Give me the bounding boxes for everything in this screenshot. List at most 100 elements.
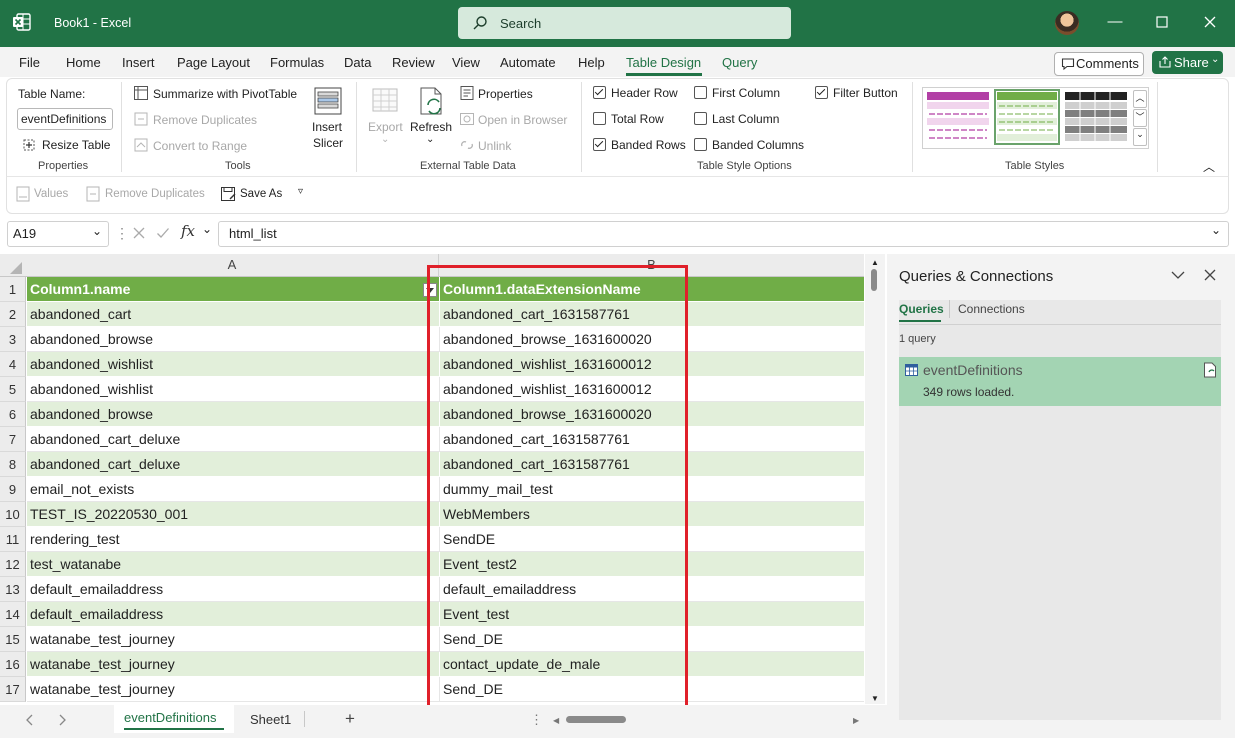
add-sheet-icon[interactable]: + xyxy=(345,709,355,729)
tab-automate[interactable]: Automate xyxy=(500,55,556,70)
row-header[interactable]: 5 xyxy=(0,377,26,402)
scrollbar-thumb[interactable] xyxy=(871,269,877,291)
row-header[interactable]: 8 xyxy=(0,452,26,477)
name-box[interactable]: A19 ⌄ xyxy=(7,221,109,247)
row-header[interactable]: 3 xyxy=(0,327,26,352)
cell-column-a[interactable]: TEST_IS_20220530_001 xyxy=(27,502,439,527)
scroll-right-icon[interactable]: ▶ xyxy=(853,716,859,725)
cell-column-a[interactable]: abandoned_cart xyxy=(27,302,439,327)
comment-icon xyxy=(1061,58,1075,71)
row-header[interactable]: 2 xyxy=(0,302,26,327)
horizontal-scrollbar-thumb[interactable] xyxy=(566,716,626,723)
previous-sheet-icon[interactable] xyxy=(26,714,34,726)
row-header[interactable]: 14 xyxy=(0,602,26,627)
scroll-left-icon[interactable]: ◀ xyxy=(553,716,559,725)
cell-column-a[interactable]: abandoned_browse xyxy=(27,402,439,427)
tab-query[interactable]: Query xyxy=(722,55,757,70)
comments-button[interactable]: Comments xyxy=(1054,52,1144,76)
formula-input[interactable]: html_list ⌄ xyxy=(218,221,1229,247)
cell-column-a[interactable]: email_not_exists xyxy=(27,477,439,502)
select-all-triangle-icon xyxy=(10,262,22,274)
tab-splitter-icon[interactable]: ⋮ xyxy=(530,712,543,728)
tab-insert[interactable]: Insert xyxy=(122,55,155,70)
close-pane-icon[interactable] xyxy=(1204,269,1216,281)
cancel-icon[interactable] xyxy=(132,226,146,240)
table-name-input[interactable]: eventDefinitions xyxy=(17,108,113,130)
tab-connections[interactable]: Connections xyxy=(958,302,1025,316)
tab-table-design[interactable]: Table Design xyxy=(626,55,701,70)
scroll-up-icon[interactable]: ▲ xyxy=(871,258,879,267)
table-style-purple[interactable] xyxy=(927,92,989,142)
gallery-scroll-down-icon[interactable]: ﹀ xyxy=(1133,109,1147,127)
tab-review[interactable]: Review xyxy=(392,55,435,70)
sheet-tab[interactable]: Sheet1 xyxy=(238,705,302,733)
select-all-corner[interactable] xyxy=(0,254,27,277)
row-header[interactable]: 4 xyxy=(0,352,26,377)
cell-column-a[interactable]: watanabe_test_journey xyxy=(27,627,439,652)
search-box[interactable]: Search xyxy=(458,7,791,39)
tab-formulas[interactable]: Formulas xyxy=(270,55,324,70)
table-style-black[interactable] xyxy=(1065,92,1127,142)
tab-file[interactable]: File xyxy=(19,55,40,70)
next-sheet-icon[interactable] xyxy=(58,714,66,726)
gallery-more-icon[interactable]: ⌄ xyxy=(1133,128,1147,146)
minimize-icon[interactable]: — xyxy=(1104,11,1126,33)
chevron-down-icon[interactable]: ⌄ xyxy=(202,222,212,236)
tab-view[interactable]: View xyxy=(452,55,480,70)
row-header[interactable]: 16 xyxy=(0,652,26,677)
maximize-icon[interactable] xyxy=(1151,11,1173,33)
row-header[interactable]: 15 xyxy=(0,627,26,652)
sheet-tab-active[interactable]: eventDefinitions xyxy=(114,705,234,733)
refresh-button[interactable]: Refresh ⌄ xyxy=(410,84,452,148)
collapse-ribbon-icon[interactable]: ︿ xyxy=(1203,158,1215,175)
browser-icon xyxy=(460,113,474,125)
row-header[interactable]: 7 xyxy=(0,427,26,452)
row-header[interactable]: 1 xyxy=(0,277,26,302)
tab-help[interactable]: Help xyxy=(578,55,605,70)
cell-column-a[interactable]: default_emailaddress xyxy=(27,577,439,602)
tab-data[interactable]: Data xyxy=(344,55,371,70)
row-header[interactable]: 11 xyxy=(0,527,26,552)
refresh-query-icon[interactable] xyxy=(1203,362,1217,378)
query-item[interactable]: eventDefinitions 349 rows loaded. xyxy=(899,357,1221,406)
cell-column-a[interactable]: abandoned_cart_deluxe xyxy=(27,427,439,452)
row-header[interactable]: 6 xyxy=(0,402,26,427)
formula-bar-splitter-icon[interactable]: ⋮ xyxy=(115,225,129,242)
cell-column-a[interactable]: watanabe_test_journey xyxy=(27,677,439,702)
insert-slicer-button[interactable]: Insert Slicer xyxy=(309,84,347,152)
cell-column-a[interactable]: test_watanabe xyxy=(27,552,439,577)
table-header-cell[interactable]: Column1.name xyxy=(27,277,439,302)
row-header[interactable]: 17 xyxy=(0,677,26,702)
insert-function-icon[interactable]: fx xyxy=(181,222,195,240)
row-header[interactable]: 13 xyxy=(0,577,26,602)
table-icon xyxy=(905,364,918,376)
column-header-a[interactable]: A xyxy=(26,254,439,277)
cell-column-a[interactable]: abandoned_wishlist xyxy=(27,352,439,377)
cell-column-a[interactable]: rendering_test xyxy=(27,527,439,552)
row-header[interactable]: 10 xyxy=(0,502,26,527)
gallery-scroll-up-icon[interactable]: ︿ xyxy=(1133,90,1147,108)
table-style-green-selected[interactable] xyxy=(994,89,1060,145)
export-button[interactable]: Export ⌄ xyxy=(366,84,404,148)
vertical-scrollbar[interactable]: ▲ ▼ xyxy=(865,254,885,704)
name-box-value: A19 xyxy=(13,226,37,241)
close-icon[interactable] xyxy=(1199,11,1221,33)
table-styles-gallery: ︿ ﹀ ⌄ xyxy=(922,87,1149,149)
tab-page-layout[interactable]: Page Layout xyxy=(177,55,250,70)
cell-column-a[interactable]: abandoned_cart_deluxe xyxy=(27,452,439,477)
cell-column-a[interactable]: abandoned_browse xyxy=(27,327,439,352)
expand-formula-chevron-icon[interactable]: ⌄ xyxy=(1211,223,1221,237)
customize-toolbar-chevron-icon[interactable]: ▿ xyxy=(298,186,303,197)
cell-column-a[interactable]: abandoned_wishlist xyxy=(27,377,439,402)
scroll-down-icon[interactable]: ▼ xyxy=(871,694,879,703)
row-header[interactable]: 9 xyxy=(0,477,26,502)
tab-home[interactable]: Home xyxy=(66,55,101,70)
enter-check-icon[interactable] xyxy=(156,226,170,240)
tab-queries[interactable]: Queries xyxy=(899,302,944,316)
user-avatar[interactable] xyxy=(1055,11,1079,35)
pane-options-chevron-icon[interactable] xyxy=(1171,270,1185,280)
cell-column-a[interactable]: watanabe_test_journey xyxy=(27,652,439,677)
row-header[interactable]: 12 xyxy=(0,552,26,577)
share-button[interactable]: Share ⌄ xyxy=(1152,51,1223,74)
cell-column-a[interactable]: default_emailaddress xyxy=(27,602,439,627)
